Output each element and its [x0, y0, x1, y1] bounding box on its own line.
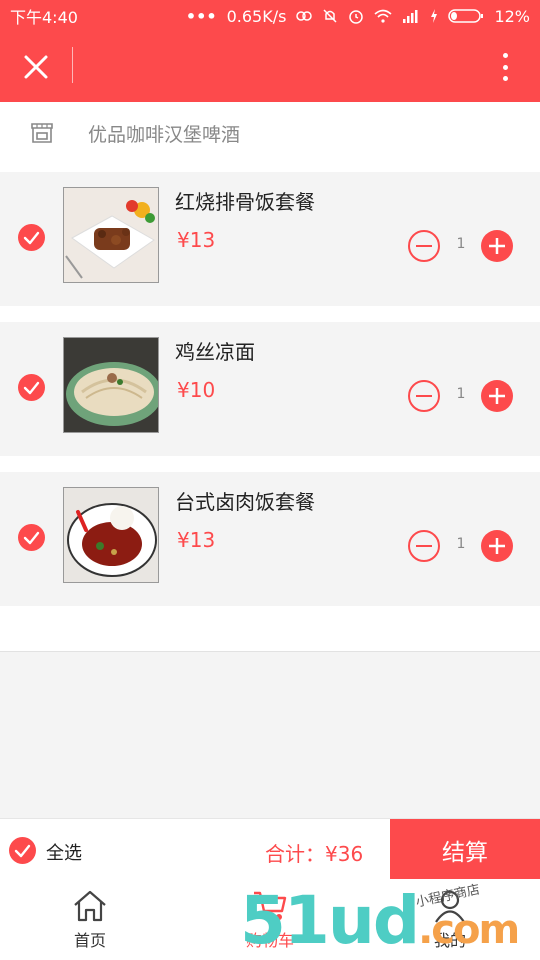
select-all-checkbox[interactable]	[9, 837, 36, 864]
battery-percent: 12%	[494, 6, 530, 26]
item-checkbox[interactable]	[18, 224, 45, 251]
charging-icon	[431, 9, 438, 23]
cart-icon	[254, 891, 287, 920]
increase-button[interactable]	[481, 380, 513, 412]
separator	[0, 306, 540, 322]
store-header[interactable]: 优品咖啡汉堡啤酒	[0, 102, 540, 164]
item-price: ¥10	[177, 378, 216, 402]
checkmark-icon	[14, 844, 31, 858]
user-icon	[435, 890, 465, 923]
decrease-button[interactable]	[408, 230, 440, 262]
item-image[interactable]	[63, 187, 159, 283]
checkout-bar: 全选 合计：¥36 结算	[0, 818, 540, 880]
item-checkbox[interactable]	[18, 374, 45, 401]
alarm-icon	[349, 10, 364, 24]
tab-home-label: 首页	[73, 931, 106, 950]
store-icon	[31, 123, 53, 143]
mute-icon	[323, 9, 337, 23]
status-bar: 下午4:40 ••• 0.65K/s 12%	[0, 0, 540, 32]
tab-cart-label: 购物车	[245, 931, 294, 950]
tab-profile-label: 我的	[433, 931, 466, 950]
cart-item: 鸡丝凉面 ¥10 1	[0, 322, 540, 456]
signal-icon	[403, 10, 418, 23]
minus-icon	[416, 545, 432, 547]
appbar-divider	[72, 47, 73, 83]
tab-profile[interactable]: 我的	[360, 879, 540, 960]
decrease-button[interactable]	[408, 380, 440, 412]
separator	[0, 164, 540, 172]
increase-button[interactable]	[481, 230, 513, 262]
increase-button[interactable]	[481, 530, 513, 562]
cart-item: 台式卤肉饭套餐 ¥13 1	[0, 472, 540, 606]
total-amount: 合计：¥36	[265, 842, 364, 866]
separator	[0, 606, 540, 651]
minus-icon	[416, 395, 432, 397]
item-name: 鸡丝凉面	[175, 340, 255, 364]
tab-bar: 首页 购物车 我的	[0, 879, 540, 960]
plus-icon	[489, 238, 505, 254]
store-name: 优品咖啡汉堡啤酒	[88, 123, 241, 146]
select-all-label[interactable]: 全选	[46, 839, 82, 865]
link-icon	[296, 11, 313, 21]
net-speed: 0.65K/s	[226, 6, 287, 26]
tab-home[interactable]: 首页	[0, 879, 180, 960]
wifi-icon	[374, 9, 392, 23]
divider-line	[0, 651, 540, 652]
quantity-value: 1	[456, 536, 466, 552]
checkout-button[interactable]: 结算	[390, 819, 540, 880]
plus-icon	[489, 388, 505, 404]
more-dot-icon	[502, 53, 508, 58]
more-dot-icon	[502, 64, 508, 70]
item-image[interactable]	[63, 337, 159, 433]
item-name: 台式卤肉饭套餐	[175, 490, 315, 514]
minus-icon	[416, 245, 432, 247]
item-name: 红烧排骨饭套餐	[175, 190, 315, 214]
decrease-button[interactable]	[408, 530, 440, 562]
dots-icon: •••	[185, 6, 217, 26]
close-button[interactable]	[18, 49, 54, 85]
item-price: ¥13	[177, 528, 216, 552]
tab-cart[interactable]: 购物车	[180, 879, 360, 960]
checkmark-icon	[23, 531, 40, 545]
close-icon	[24, 55, 48, 79]
app-bar	[0, 32, 540, 102]
quantity-value: 1	[456, 236, 466, 252]
checkmark-icon	[23, 381, 40, 395]
item-image[interactable]	[63, 487, 159, 583]
battery-icon	[448, 9, 484, 23]
more-options-button[interactable]	[490, 49, 520, 85]
plus-icon	[489, 538, 505, 554]
separator	[0, 456, 540, 472]
item-price: ¥13	[177, 228, 216, 252]
more-dot-icon	[502, 76, 508, 81]
item-checkbox[interactable]	[18, 524, 45, 551]
checkmark-icon	[23, 231, 40, 245]
cart-item: 红烧排骨饭套餐 ¥13 1	[0, 172, 540, 306]
home-icon	[74, 890, 106, 922]
status-time: 下午4:40	[10, 8, 78, 27]
quantity-value: 1	[456, 386, 466, 402]
